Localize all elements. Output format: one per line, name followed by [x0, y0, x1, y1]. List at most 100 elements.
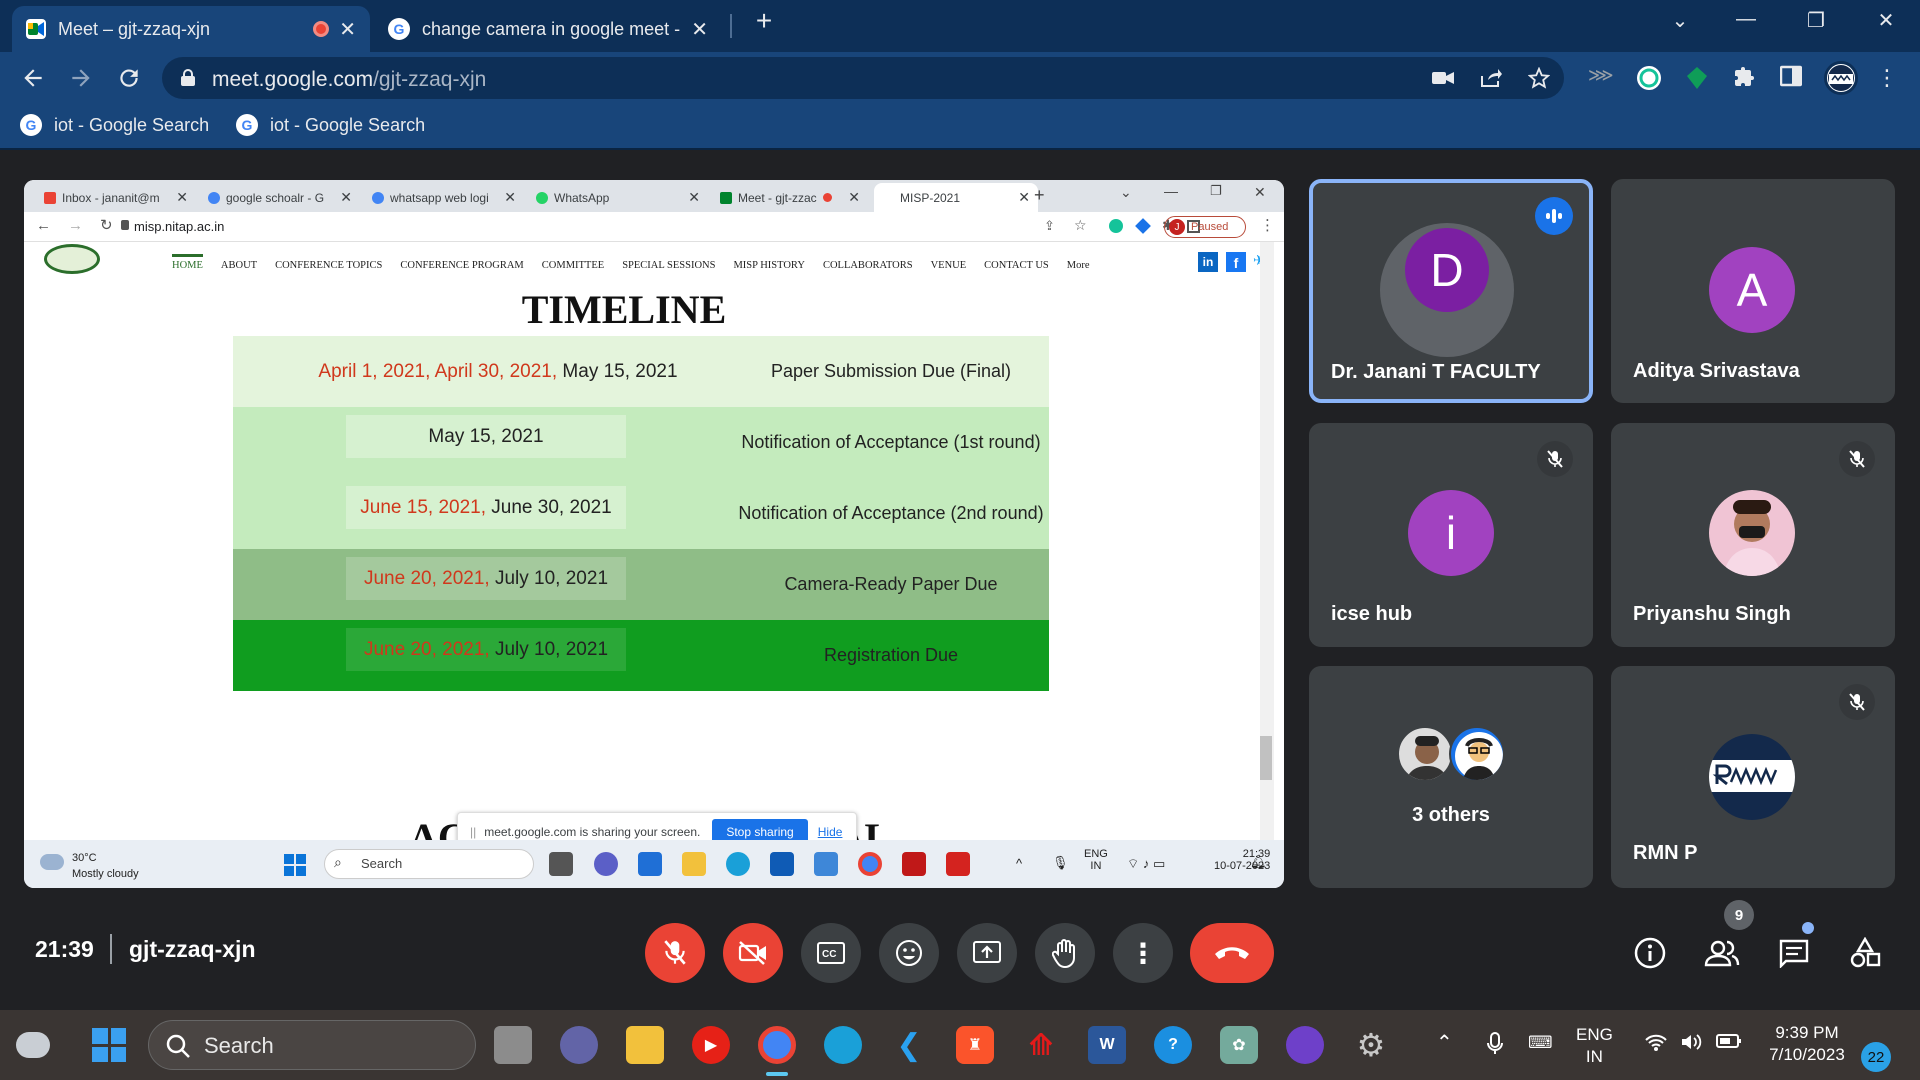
timeline-dates: June 15, 2021, June 30, 2021	[346, 486, 626, 529]
settings-gear-icon[interactable]: ⚙	[1352, 1026, 1390, 1064]
get-help-icon[interactable]: ?	[1154, 1026, 1192, 1064]
avatar-photo	[1709, 490, 1795, 576]
camera-in-use-icon[interactable]	[1432, 69, 1454, 87]
avatar-small	[1449, 726, 1505, 782]
shared-teams-icon	[594, 852, 618, 876]
camera-toggle-button[interactable]	[723, 923, 783, 983]
leave-call-button[interactable]	[1190, 923, 1274, 983]
chat-button[interactable]	[1774, 933, 1814, 973]
reactions-button[interactable]	[879, 923, 939, 983]
side-panel-icon[interactable]	[1780, 65, 1806, 91]
profile-avatar[interactable]	[1824, 61, 1858, 95]
acrobat-icon[interactable]: ⟰	[1022, 1026, 1060, 1064]
shared-weather-desc: Mostly cloudy	[72, 868, 139, 880]
close-tab-icon[interactable]: ✕	[339, 17, 356, 42]
shared-lock-icon	[121, 220, 129, 230]
forward-icon[interactable]	[68, 65, 94, 91]
more-options-button[interactable]: ⋮	[1113, 923, 1173, 983]
participant-tile-priyanshu[interactable]: Priyanshu Singh	[1611, 423, 1895, 647]
bookmark-item[interactable]: G iot - Google Search	[20, 114, 209, 136]
activities-button[interactable]	[1845, 933, 1885, 973]
captions-button[interactable]: CC	[801, 923, 861, 983]
shared-l-app-icon	[814, 852, 838, 876]
participant-tile-others[interactable]: 3 others	[1309, 666, 1593, 888]
raise-hand-button[interactable]	[1035, 923, 1095, 983]
shared-grammarly-icon	[1109, 219, 1123, 233]
shared-chrome-icon	[858, 852, 882, 876]
shared-minimize-icon: —	[1164, 183, 1178, 199]
back-icon[interactable]	[20, 65, 46, 91]
close-tab-icon[interactable]: ✕	[691, 17, 708, 42]
timeline-date-passed: April 1, 2021, April 30, 2021,	[318, 360, 558, 382]
show-hidden-icons-chevron[interactable]: ⌃	[1436, 1032, 1453, 1054]
teams-chat-icon[interactable]	[560, 1026, 598, 1064]
puzzle-extensions-icon[interactable]	[1732, 65, 1758, 91]
edge-icon[interactable]	[824, 1026, 862, 1064]
wifi-icon[interactable]	[1644, 1032, 1668, 1052]
chrome-icon[interactable]	[758, 1026, 796, 1064]
chrome-active-indicator	[766, 1072, 788, 1076]
restore-icon[interactable]: ❐	[1796, 8, 1836, 33]
grammarly-icon[interactable]	[1636, 65, 1662, 91]
green-extension-icon[interactable]	[1684, 65, 1710, 91]
volume-icon[interactable]	[1680, 1032, 1704, 1052]
share-icon[interactable]	[1480, 68, 1502, 88]
avatar: D	[1405, 228, 1489, 312]
people-button[interactable]	[1702, 933, 1742, 973]
timeline-event: Paper Submission Due (Final)	[770, 361, 1012, 381]
shared-tab: WhatsApp ✕	[528, 183, 708, 212]
chrome-menu-icon[interactable]: ⋮	[1874, 65, 1900, 91]
shared-tab: Meet - gjt-zzac ✕	[712, 183, 868, 212]
shared-lang: ENG IN	[1084, 848, 1108, 872]
close-window-icon[interactable]: ✕	[1866, 8, 1906, 33]
present-now-button[interactable]	[957, 923, 1017, 983]
shared-search-box: Search	[324, 849, 534, 879]
address-bar[interactable]: meet.google.com/gjt-zzaq-xjn	[162, 57, 1564, 99]
bookmark-star-icon[interactable]	[1528, 67, 1550, 89]
keyboard-tray-icon[interactable]: ⌨	[1528, 1032, 1553, 1054]
extension-icon[interactable]: ⋙	[1588, 65, 1614, 91]
tab-search-chevron-icon[interactable]: ⌄	[1660, 8, 1700, 33]
screen-share-notice: || meet.google.com is sharing your scree…	[457, 812, 857, 840]
meet-favicon-icon	[26, 19, 46, 39]
participant-tile-icse-hub[interactable]: i icse hub	[1309, 423, 1593, 647]
github-icon[interactable]	[1286, 1026, 1324, 1064]
shared-close-icon: ✕	[1254, 184, 1266, 200]
bookmark-item[interactable]: G iot - Google Search	[236, 114, 425, 136]
word-icon[interactable]: W	[1088, 1026, 1126, 1064]
shared-reload-icon: ↻	[100, 217, 113, 234]
chatgpt-icon[interactable]: ✿	[1220, 1026, 1258, 1064]
microphone-toggle-button[interactable]	[645, 923, 705, 983]
microphone-tray-icon[interactable]	[1486, 1032, 1504, 1056]
minimize-icon[interactable]: —	[1726, 8, 1766, 31]
notification-count-badge[interactable]: 22	[1861, 1042, 1891, 1072]
activities-shapes-icon	[1850, 937, 1881, 968]
timeline-event: Registration Due	[823, 645, 959, 665]
language-indicator[interactable]: ENG IN	[1576, 1024, 1613, 1068]
shared-extension-icon	[1135, 218, 1151, 234]
new-tab-icon[interactable]: +	[744, 5, 784, 37]
lock-icon	[181, 69, 195, 86]
linkedin-icon: in	[1198, 252, 1218, 272]
vscode-icon[interactable]: ❮	[890, 1026, 928, 1064]
meeting-details-button[interactable]	[1630, 933, 1670, 973]
brave-icon[interactable]: ♜	[956, 1026, 994, 1064]
conference-website: HOME ABOUT CONFERENCE TOPICS CONFERENCE …	[24, 242, 1274, 840]
system-clock[interactable]: 9:39 PM 7/10/2023	[1762, 1022, 1852, 1066]
participant-tile-janani[interactable]: D Dr. Janani T FACULTY	[1309, 179, 1593, 403]
start-button[interactable]	[92, 1028, 126, 1062]
battery-icon[interactable]	[1716, 1033, 1742, 1049]
task-view-icon[interactable]	[494, 1026, 532, 1064]
tab-meet[interactable]: Meet – gjt-zzaq-xjn ✕	[12, 6, 370, 52]
participant-tile-rmn[interactable]: RMN P	[1611, 666, 1895, 888]
file-explorer-icon[interactable]	[626, 1026, 664, 1064]
reload-icon[interactable]	[116, 65, 142, 91]
tab-title: Meet – gjt-zzaq-xjn	[58, 18, 211, 39]
participant-tile-aditya[interactable]: A Aditya Srivastava	[1611, 179, 1895, 403]
youtube-music-icon[interactable]: ▶	[692, 1026, 730, 1064]
taskbar-search-box[interactable]: Search	[148, 1020, 476, 1070]
timeline-dates: June 20, 2021, July 10, 2021	[346, 557, 626, 600]
timeline-dates: April 1, 2021, April 30, 2021, May 15, 2…	[233, 350, 763, 393]
weather-widget-icon[interactable]	[16, 1032, 50, 1058]
tab-search[interactable]: G change camera in google meet - ✕	[374, 6, 722, 52]
